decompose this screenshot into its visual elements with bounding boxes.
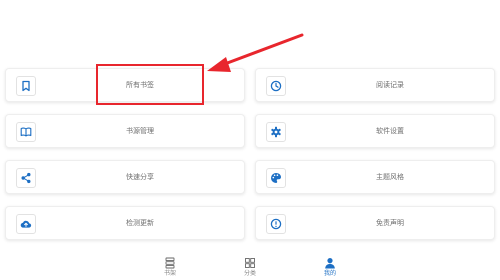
nav-label: 分类	[243, 271, 256, 277]
palette-icon	[266, 168, 286, 188]
grid-icon	[245, 258, 255, 268]
bookshelf-icon	[165, 257, 175, 269]
menu-item-quick-share[interactable]: 快速分享	[5, 160, 245, 194]
nav-category[interactable]: 分类	[230, 257, 270, 280]
menu-item-app-settings[interactable]: 软件设置	[255, 114, 495, 148]
menu-item-disclaimer[interactable]: 免责声明	[255, 206, 495, 240]
menu-item-label: 阅读记录	[376, 82, 404, 89]
menu-item-check-update[interactable]: 检测更新	[5, 206, 245, 240]
menu-item-label: 检测更新	[126, 220, 154, 227]
clock-icon	[266, 76, 286, 96]
bottom-nav: 书架 分类 我的	[0, 256, 500, 280]
nav-label: 书架	[163, 271, 176, 277]
book-icon	[16, 122, 36, 142]
menu-item-source-management[interactable]: 书源管理	[5, 114, 245, 148]
menu-item-label: 主题风格	[376, 174, 404, 181]
menu-item-all-bookmarks[interactable]: 所有书签	[5, 68, 245, 102]
cloud-upload-icon	[16, 214, 36, 234]
nav-mine[interactable]: 我的	[310, 257, 350, 280]
menu-item-label: 书源管理	[126, 128, 154, 135]
menu-item-theme-style[interactable]: 主题风格	[255, 160, 495, 194]
alert-icon	[266, 214, 286, 234]
nav-bookshelf[interactable]: 书架	[150, 257, 190, 280]
menu-item-label: 免责声明	[376, 220, 404, 227]
menu-item-label: 所有书签	[126, 82, 154, 89]
nav-label: 我的	[323, 271, 336, 277]
bookmark-icon	[16, 76, 36, 96]
share-icon	[16, 168, 36, 188]
menu-item-label: 快速分享	[126, 174, 154, 181]
gear-icon	[266, 122, 286, 142]
menu-item-label: 软件设置	[376, 128, 404, 135]
person-icon	[325, 258, 335, 269]
menu-item-reading-history[interactable]: 阅读记录	[255, 68, 495, 102]
